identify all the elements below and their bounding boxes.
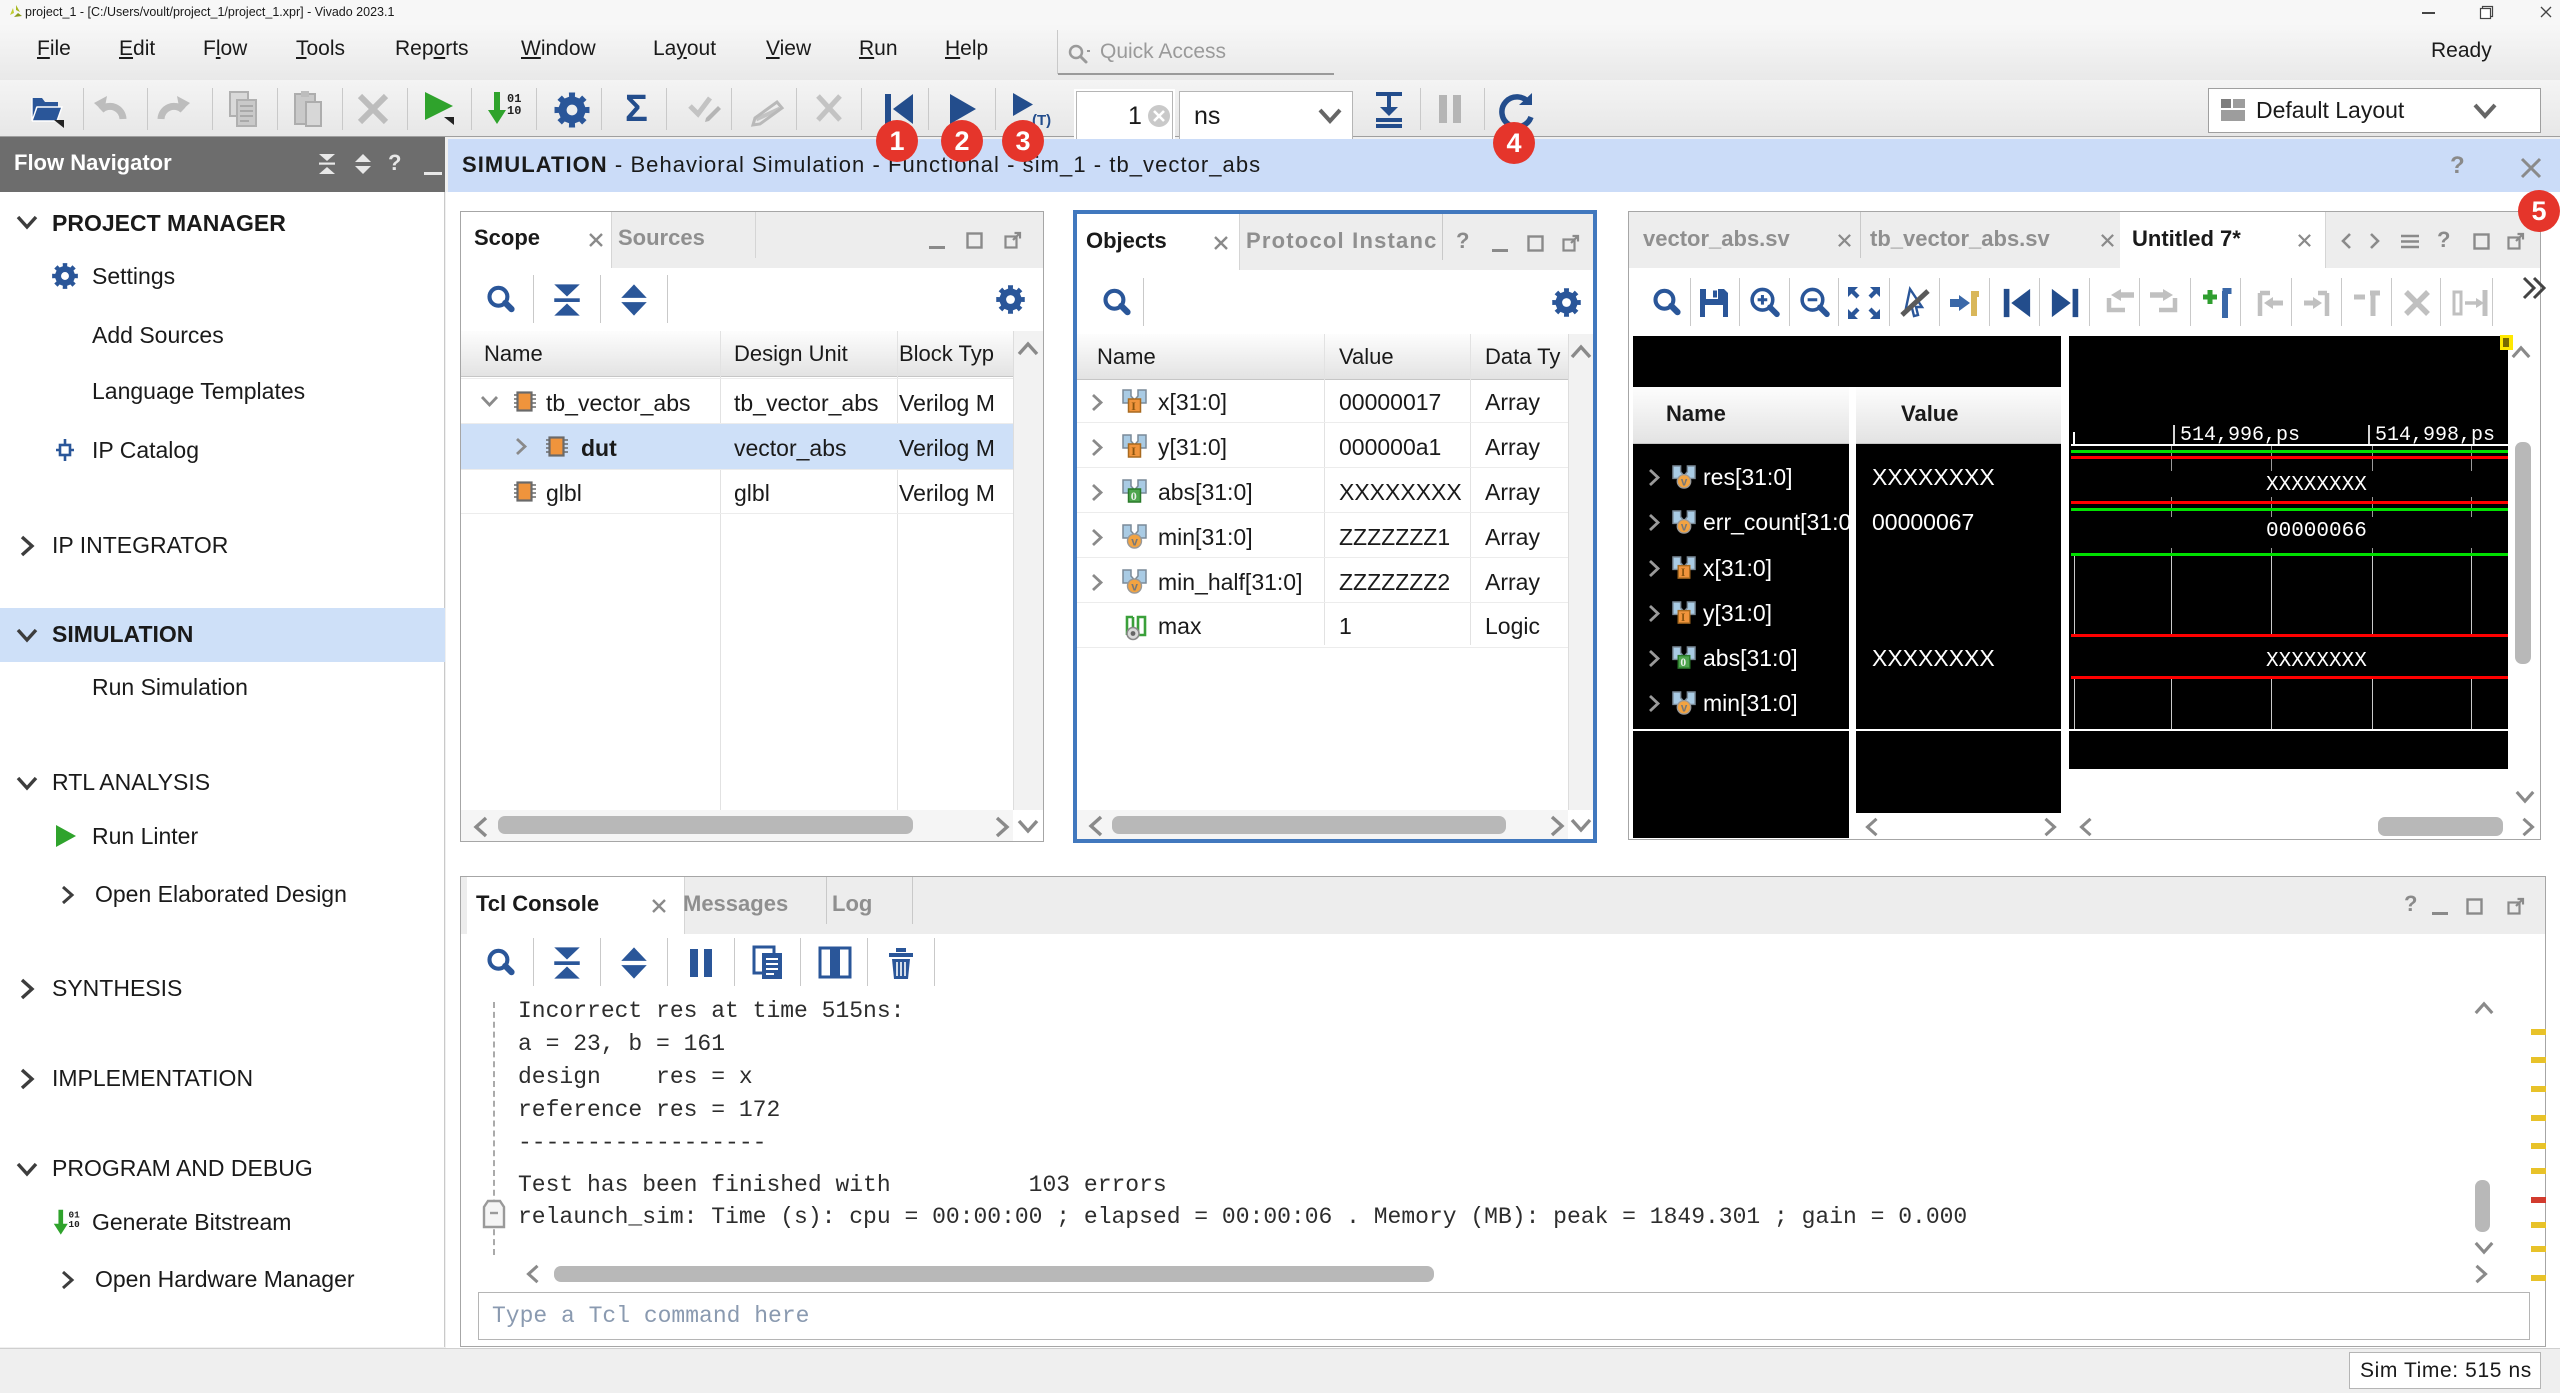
svg-text:v: v (1681, 522, 1688, 534)
svg-text:v: v (1681, 477, 1688, 489)
svg-text:10: 10 (507, 104, 521, 118)
svg-text:0: 0 (1131, 489, 1137, 503)
svg-text:I: I (1681, 567, 1686, 579)
svg-text:I: I (1131, 444, 1136, 458)
svg-text:v: v (1681, 703, 1688, 715)
svg-text:v: v (1131, 535, 1138, 549)
svg-text:I: I (1681, 612, 1686, 624)
svg-text:0: 0 (1680, 657, 1686, 669)
svg-text:I: I (1131, 399, 1136, 413)
svg-text:v: v (1131, 580, 1138, 594)
svg-text:10: 10 (69, 1219, 81, 1230)
